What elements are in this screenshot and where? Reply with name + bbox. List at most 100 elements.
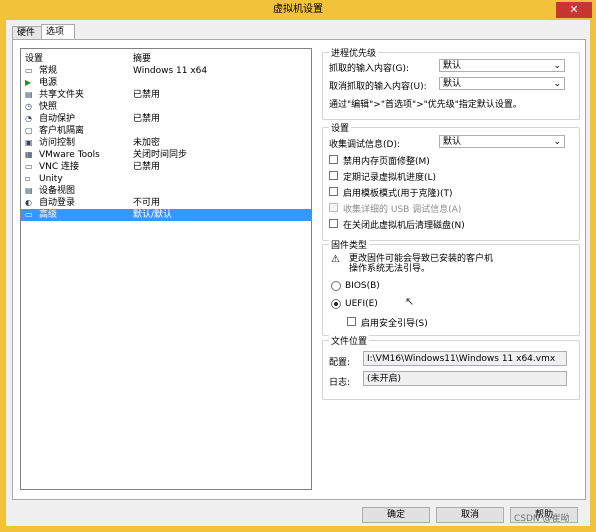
setting-checkbox-label[interactable]: 禁用内存页面修整(M)	[343, 154, 430, 167]
list-item-name: 自动登录	[39, 198, 76, 208]
vmware-tools-icon: ▦	[25, 150, 33, 159]
grabbed-value: 默认	[443, 61, 462, 71]
list-item[interactable]: ▤ 共享文件夹 已禁用	[21, 89, 311, 101]
list-item-name: 电源	[39, 78, 58, 88]
list-item-name: 自动保护	[39, 114, 76, 124]
log-label: 日志:	[329, 378, 351, 388]
snapshot-icon: ◷	[25, 102, 32, 111]
list-item-summary: 已禁用	[133, 90, 161, 100]
dialog-client: 硬件 选项 设置 摘要 ▭ 常规 Windows 11 x64 ▶ 电源 ▤ 共享文件夹 已禁…	[6, 20, 590, 526]
setting-checkbox-label[interactable]: 定期记录虚拟机进度(L)	[343, 170, 436, 183]
priority-title: 进程优先级	[329, 46, 379, 59]
priority-group: 进程优先级 抓取的输入内容(G): 默认 ⌄ 取消抓取的输入内容(U): 默认 …	[322, 46, 580, 120]
setting-checkbox[interactable]	[329, 187, 338, 196]
list-item-summary: Windows 11 x64	[133, 66, 208, 76]
grabbed-select[interactable]: 默认 ⌄	[439, 59, 565, 72]
list-item[interactable]: ◷ 快照	[21, 101, 311, 113]
setting-checkbox[interactable]	[329, 155, 338, 164]
list-item-name: 共享文件夹	[39, 90, 85, 100]
setting-checkbox-label[interactable]: 启用模板模式(用于克隆)(T)	[343, 186, 453, 199]
ok-button[interactable]: 确定	[362, 507, 430, 523]
list-item[interactable]: ▣ 访问控制 未加密	[21, 137, 311, 149]
ungrabbed-select[interactable]: 默认 ⌄	[439, 77, 565, 90]
file-location-group: 文件位置 配置: I:\VM16\Windows11\Windows 11 x6…	[322, 334, 580, 400]
list-item-name: 常规	[39, 66, 58, 76]
setting-checkbox-label: 收集详细的 USB 调试信息(A)	[343, 205, 462, 215]
list-item[interactable]: ◐ 自动登录 不可用	[21, 197, 311, 209]
list-item[interactable]: ▭ VNC 连接 已禁用	[21, 161, 311, 173]
cancel-button[interactable]: 取消	[436, 507, 504, 523]
file-location-title: 文件位置	[329, 334, 370, 347]
col-summary-header: 摘要	[133, 54, 152, 64]
firmware-group: 固件类型 ⚠ 更改固件可能会导致已安装的客户机 操作系统无法引导。 BIOS(B…	[322, 238, 580, 336]
shared-folder-icon: ▤	[25, 90, 33, 99]
config-label: 配置:	[329, 358, 351, 368]
list-item-name: VMware Tools	[39, 150, 100, 160]
col-setting-header: 设置	[25, 54, 44, 64]
settings-list[interactable]: 设置 摘要 ▭ 常规 Windows 11 x64 ▶ 电源 ▤ 共享文件夹 已禁用 ◷ 快照 ◔ 自…	[20, 48, 312, 490]
vnc-icon: ▭	[25, 162, 33, 171]
secure-boot-label[interactable]: 启用安全引导(S)	[361, 316, 428, 329]
list-item[interactable]: ▶ 电源	[21, 77, 311, 89]
list-item-summary: 关闭时间同步	[133, 150, 188, 160]
list-item-summary: 未加密	[133, 138, 161, 148]
list-item-name: 设备视图	[39, 186, 76, 196]
log-path-field[interactable]: (未开启)	[363, 371, 567, 386]
unity-icon: ▫	[25, 174, 31, 183]
chevron-down-icon: ⌄	[553, 79, 561, 89]
settings-title: 设置	[329, 121, 352, 134]
grabbed-label: 抓取的输入内容(G):	[329, 64, 410, 74]
config-path-field[interactable]: I:\VM16\Windows11\Windows 11 x64.vmx	[363, 351, 567, 366]
watermark: CSDN @崔呦	[514, 514, 570, 524]
chevron-down-icon: ⌄	[553, 61, 561, 71]
ungrabbed-label: 取消抓取的输入内容(U):	[329, 82, 427, 92]
debug-label: 收集调试信息(D):	[329, 140, 400, 150]
debug-select[interactable]: 默认 ⌄	[439, 135, 565, 148]
advanced-icon: ▭	[25, 210, 33, 219]
autoprotect-icon: ◔	[25, 114, 32, 123]
setting-checkbox[interactable]	[329, 219, 338, 228]
isolation-icon: ▢	[25, 126, 33, 135]
power-icon: ▶	[25, 78, 32, 87]
options-panel: 设置 摘要 ▭ 常规 Windows 11 x64 ▶ 电源 ▤ 共享文件夹 已禁用 ◷ 快照 ◔ 自…	[12, 39, 586, 500]
autologin-icon: ◐	[25, 198, 32, 207]
debug-value: 默认	[443, 137, 462, 147]
general-icon: ▭	[25, 66, 33, 75]
list-item-name: VNC 连接	[39, 162, 80, 172]
chevron-down-icon: ⌄	[553, 137, 561, 147]
list-item-name: 访问控制	[39, 138, 76, 148]
list-item-name: Unity	[39, 174, 63, 184]
bios-label[interactable]: BIOS(B)	[345, 281, 380, 291]
setting-checkbox	[329, 203, 338, 212]
warning-icon: ⚠	[331, 254, 340, 265]
list-item[interactable]: ▦ VMware Tools 关闭时间同步	[21, 149, 311, 161]
close-button[interactable]: ✕	[556, 2, 592, 18]
list-item-summary: 已禁用	[133, 114, 161, 124]
list-item-summary: 已禁用	[133, 162, 161, 172]
tab-hardware[interactable]: 硬件	[12, 26, 44, 40]
list-item[interactable]: ▭ 高级 默认/默认	[21, 209, 311, 221]
setting-checkbox[interactable]	[329, 171, 338, 180]
access-control-icon: ▣	[25, 138, 33, 147]
list-item[interactable]: ▭ 常规 Windows 11 x64	[21, 65, 311, 77]
device-view-icon: ▤	[25, 186, 33, 195]
secure-boot-checkbox[interactable]	[347, 317, 356, 326]
list-item[interactable]: ▢ 客户机隔离	[21, 125, 311, 137]
list-header: 设置 摘要	[21, 49, 311, 64]
setting-checkbox-label[interactable]: 在关闭此虚拟机后清理磁盘(N)	[343, 218, 465, 231]
list-item-name: 客户机隔离	[39, 126, 85, 136]
settings-group: 设置 收集调试信息(D): 默认 ⌄ 禁用内存页面修整(M) 定期记录虚拟机进度(…	[322, 121, 580, 241]
list-item[interactable]: ◔ 自动保护 已禁用	[21, 113, 311, 125]
list-item[interactable]: ▤ 设备视图	[21, 185, 311, 197]
bios-radio[interactable]	[331, 281, 341, 291]
window-title: 虚拟机设置	[273, 4, 323, 15]
uefi-label[interactable]: UEFI(E)	[345, 299, 378, 309]
uefi-radio[interactable]	[331, 299, 341, 309]
mouse-cursor-icon: ↖	[405, 295, 415, 308]
ungrabbed-value: 默认	[443, 79, 462, 89]
dialog-window: 虚拟机设置 ✕ 硬件 选项 设置 摘要 ▭ 常规 Windows 11 x64 ▶ 电源…	[0, 0, 596, 532]
firmware-warning: 更改固件可能会导致已安装的客户机 操作系统无法引导。	[349, 254, 494, 274]
list-item[interactable]: ▫ Unity	[21, 173, 311, 185]
list-item-summary: 默认/默认	[133, 210, 173, 220]
list-item-name: 快照	[39, 102, 58, 112]
